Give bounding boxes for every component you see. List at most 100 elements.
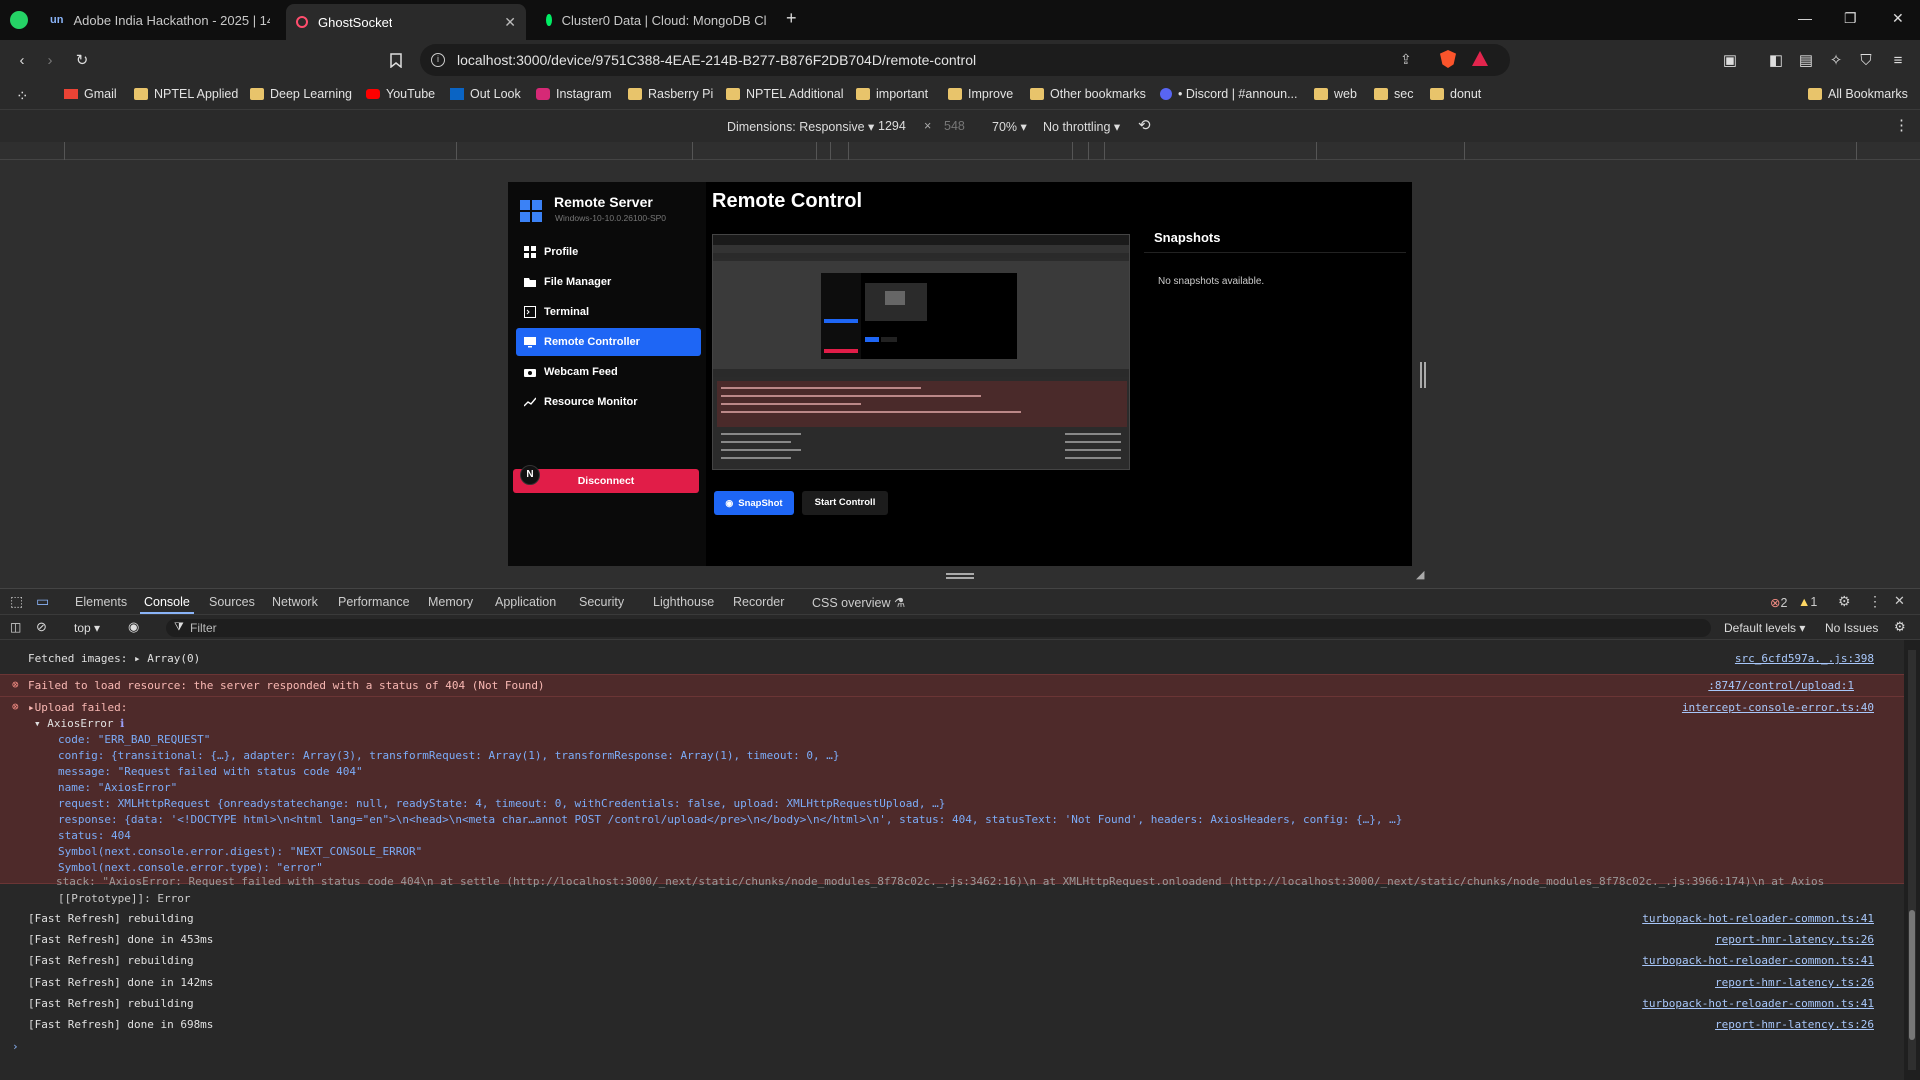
nav-webcam-feed[interactable]: Webcam Feed	[516, 358, 701, 386]
sidebar-toggle-icon[interactable]: ◫	[10, 620, 21, 634]
remote-screen-preview[interactable]	[712, 234, 1130, 470]
width-input[interactable]: 1294	[878, 119, 906, 133]
resize-handle-right[interactable]	[1420, 362, 1426, 388]
bookmark-web[interactable]: web	[1314, 87, 1357, 101]
issues-button[interactable]: No Issues	[1825, 621, 1878, 635]
bookmark-deep-learning[interactable]: Deep Learning	[250, 87, 352, 101]
tab-security[interactable]: Security	[579, 595, 624, 609]
bookmark-improve[interactable]: Improve	[948, 87, 1013, 101]
more-options-icon[interactable]: ⋮	[1894, 116, 1909, 134]
start-control-button[interactable]: Start Controll	[802, 491, 888, 515]
site-info-icon[interactable]: i	[431, 53, 445, 67]
restore-button[interactable]: ❐	[1844, 10, 1857, 27]
live-expression-eye-icon[interactable]: ◉	[128, 619, 139, 635]
tab-elements[interactable]: Elements	[75, 595, 127, 609]
tab-adobe-hackathon[interactable]: un Adobe India Hackathon - 2025 | 148	[40, 6, 280, 34]
source-link[interactable]: turbopack-hot-reloader-common.ts:41	[1642, 912, 1874, 925]
tab-application[interactable]: Application	[495, 595, 556, 609]
bookmark-all[interactable]: All Bookmarks	[1808, 87, 1908, 101]
close-devtools-icon[interactable]: ✕	[1894, 593, 1905, 609]
bookmark-sec[interactable]: sec	[1374, 87, 1413, 101]
prop-prototype[interactable]: [[Prototype]]: Error	[58, 892, 190, 905]
log-levels-select[interactable]: Default levels ▾	[1724, 621, 1805, 635]
axios-error-object[interactable]: ▾ AxiosError ℹ	[34, 717, 124, 730]
zoom-select[interactable]: 70% ▾	[992, 119, 1027, 134]
height-input[interactable]: 548	[944, 119, 965, 133]
filter-input[interactable]: ⧩ Filter	[166, 619, 1711, 637]
source-link[interactable]: :8747/control/upload:1	[1708, 679, 1854, 692]
dimensions-select[interactable]: Dimensions: Responsive ▾	[727, 119, 874, 134]
bookmark-other[interactable]: Other bookmarks	[1030, 87, 1146, 101]
source-link[interactable]: report-hmr-latency.ts:26	[1715, 933, 1874, 946]
new-tab-button[interactable]: +	[786, 8, 797, 29]
nav-profile[interactable]: Profile	[516, 238, 701, 266]
whatsapp-icon[interactable]	[10, 11, 28, 29]
source-link[interactable]: turbopack-hot-reloader-common.ts:41	[1642, 954, 1874, 967]
nav-resource-monitor[interactable]: Resource Monitor	[516, 388, 701, 416]
console-prompt[interactable]: ›	[12, 1040, 19, 1053]
tab-recorder[interactable]: Recorder	[733, 595, 784, 609]
address-bar[interactable]: i localhost:3000/device/9751C388-4EAE-21…	[420, 44, 1510, 76]
tab-css-overview[interactable]: CSS overview ⚗	[812, 595, 905, 610]
expand-arrow-icon[interactable]: ▸	[28, 701, 35, 714]
sidebar-toggle-icon[interactable]: ◧	[1766, 50, 1786, 70]
bookmark-discord[interactable]: • Discord | #announ...	[1160, 87, 1298, 101]
tab-lighthouse[interactable]: Lighthouse	[653, 595, 714, 609]
info-icon[interactable]: ℹ	[120, 717, 124, 730]
nav-remote-controller[interactable]: Remote Controller	[516, 328, 701, 356]
error-count-badge[interactable]: ⊗2	[1770, 595, 1787, 610]
reload-icon[interactable]: ↻	[72, 50, 92, 70]
bookmark-donut[interactable]: donut	[1430, 87, 1481, 101]
console-settings-icon[interactable]: ⚙	[1894, 619, 1906, 635]
share-icon[interactable]: ⇪	[1400, 51, 1412, 68]
resize-handle-corner[interactable]: ◢	[1416, 568, 1424, 581]
context-select[interactable]: top ▾	[74, 621, 100, 635]
tab-memory[interactable]: Memory	[428, 595, 473, 609]
bookmark-instagram[interactable]: Instagram	[536, 87, 612, 101]
bookmark-important[interactable]: important	[856, 87, 928, 101]
prop-response[interactable]: response: {data: '<!DOCTYPE html>\n<html…	[58, 813, 1402, 826]
avatar[interactable]: N	[520, 465, 540, 485]
wallet-icon[interactable]: ▤	[1796, 50, 1816, 70]
clear-console-icon[interactable]: ⊘	[36, 619, 47, 635]
rotate-icon[interactable]: ⟲	[1138, 116, 1151, 134]
source-link[interactable]: turbopack-hot-reloader-common.ts:41	[1642, 997, 1874, 1010]
console-scrollbar[interactable]	[1908, 650, 1916, 1070]
close-window-button[interactable]: ✕	[1892, 10, 1904, 27]
tab-mongodb[interactable]: Cluster0 Data | Cloud: MongoDB Clou	[536, 6, 776, 34]
screenshot-icon[interactable]: ▣	[1720, 50, 1740, 70]
log-value[interactable]: Array(0)	[147, 652, 200, 665]
prop-config[interactable]: config: {transitional: {…}, adapter: Arr…	[58, 749, 839, 762]
media-query-ruler[interactable]	[0, 142, 1920, 160]
expand-arrow-icon[interactable]: ▸	[134, 652, 141, 665]
resize-handle-bottom[interactable]	[946, 573, 974, 579]
brave-shield-icon[interactable]	[1440, 50, 1456, 68]
nav-file-manager[interactable]: File Manager	[516, 268, 701, 296]
throttling-select[interactable]: No throttling ▾	[1043, 119, 1120, 134]
source-link[interactable]: intercept-console-error.ts:40	[1682, 701, 1874, 714]
bookmark-nptel-applied[interactable]: NPTEL Applied	[134, 87, 238, 101]
minimize-button[interactable]: —	[1798, 10, 1812, 26]
bookmark-nptel-additional[interactable]: NPTEL Additional	[726, 87, 844, 101]
source-link[interactable]: src_6cfd597a._.js:398	[1735, 652, 1874, 665]
nav-terminal[interactable]: Terminal	[516, 298, 701, 326]
forward-icon[interactable]: ›	[40, 50, 60, 70]
tab-ghostsocket[interactable]: GhostSocket ✕	[286, 4, 526, 40]
devtools-more-icon[interactable]: ⋮	[1868, 593, 1882, 610]
vpn-icon[interactable]: ⛉	[1856, 50, 1876, 70]
tab-performance[interactable]: Performance	[338, 595, 410, 609]
bookmark-outlook[interactable]: Out Look	[450, 87, 521, 101]
scrollbar-thumb[interactable]	[1909, 910, 1915, 1040]
disconnect-button[interactable]: Disconnect	[513, 469, 699, 493]
settings-gear-icon[interactable]: ⚙	[1838, 593, 1851, 610]
bookmark-rasberry-pi[interactable]: Rasberry Pi	[628, 87, 713, 101]
apps-grid-icon[interactable]: ⁘	[16, 87, 29, 105]
inspect-element-icon[interactable]: ⬚	[10, 593, 23, 610]
leo-ai-icon[interactable]: ✧	[1826, 50, 1846, 70]
bookmark-page-icon[interactable]	[386, 50, 406, 70]
close-tab-icon[interactable]: ✕	[504, 14, 516, 31]
device-toggle-icon[interactable]: ▭	[36, 593, 49, 610]
tab-network[interactable]: Network	[272, 595, 318, 609]
brave-rewards-icon[interactable]	[1472, 51, 1488, 66]
tab-sources[interactable]: Sources	[209, 595, 255, 609]
